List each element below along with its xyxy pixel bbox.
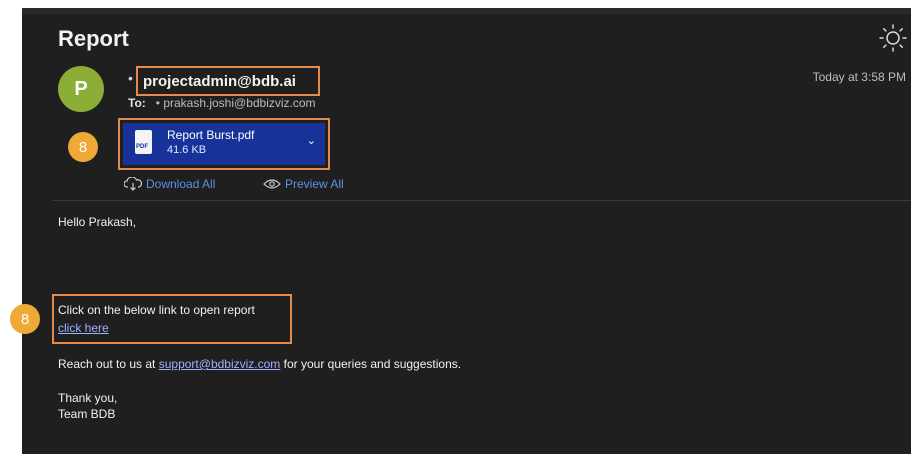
report-link[interactable]: click here — [58, 321, 109, 335]
callout-badge-link: 8 — [10, 304, 40, 334]
closing-text: Thank you, — [58, 391, 118, 405]
sender-avatar: P — [58, 66, 104, 112]
window-top-bar — [22, 8, 911, 14]
pdf-icon-label: PDF — [136, 144, 148, 150]
download-all-button[interactable]: Download All — [124, 177, 215, 191]
greeting-text: Hello Prakash, — [58, 215, 137, 229]
chevron-down-icon[interactable]: ⌄ — [307, 134, 316, 147]
preview-all-label: Preview All — [285, 177, 344, 191]
link-highlight — [52, 294, 292, 344]
sender-bullet: • — [128, 70, 133, 86]
email-window: Report P • projectadmin@bdb.ai To: • prak… — [10, 8, 911, 454]
sender-highlight: projectadmin@bdb.ai — [136, 66, 320, 96]
contact-prefix: Reach out to us at — [58, 357, 159, 371]
recipient-row: To: • prakash.joshi@bdbizviz.com — [128, 96, 316, 110]
contact-suffix: for your queries and suggestions. — [280, 357, 462, 371]
pdf-file-icon: PDF — [135, 130, 152, 154]
header-divider — [52, 200, 911, 201]
attachment-size: 41.6 KB — [167, 144, 207, 156]
eye-icon — [263, 179, 281, 189]
preview-all-button[interactable]: Preview All — [263, 177, 344, 191]
email-timestamp: Today at 3:58 PM — [812, 70, 906, 84]
callout-badge-attachment: 8 — [68, 132, 98, 162]
download-all-label: Download All — [146, 177, 216, 191]
to-label: To: — [128, 96, 146, 110]
support-email-link[interactable]: support@bdbizviz.com — [159, 357, 281, 371]
contact-text: Reach out to us at support@bdbizviz.com … — [58, 357, 461, 371]
email-subject: Report — [58, 26, 129, 51]
sender-address[interactable]: projectadmin@bdb.ai — [143, 73, 296, 90]
instruction-text: Click on the below link to open report — [58, 303, 255, 317]
page-margin — [0, 0, 22, 454]
cloud-download-icon — [124, 177, 142, 191]
attachment-chip[interactable]: PDF Report Burst.pdf 41.6 KB ⌄ — [123, 123, 325, 165]
sun-icon[interactable] — [879, 24, 907, 52]
recipient-address[interactable]: prakash.joshi@bdbizviz.com — [163, 96, 315, 110]
signature-text: Team BDB — [58, 407, 116, 421]
attachment-highlight: PDF Report Burst.pdf 41.6 KB ⌄ — [118, 118, 330, 170]
attachment-filename: Report Burst.pdf — [167, 128, 255, 142]
